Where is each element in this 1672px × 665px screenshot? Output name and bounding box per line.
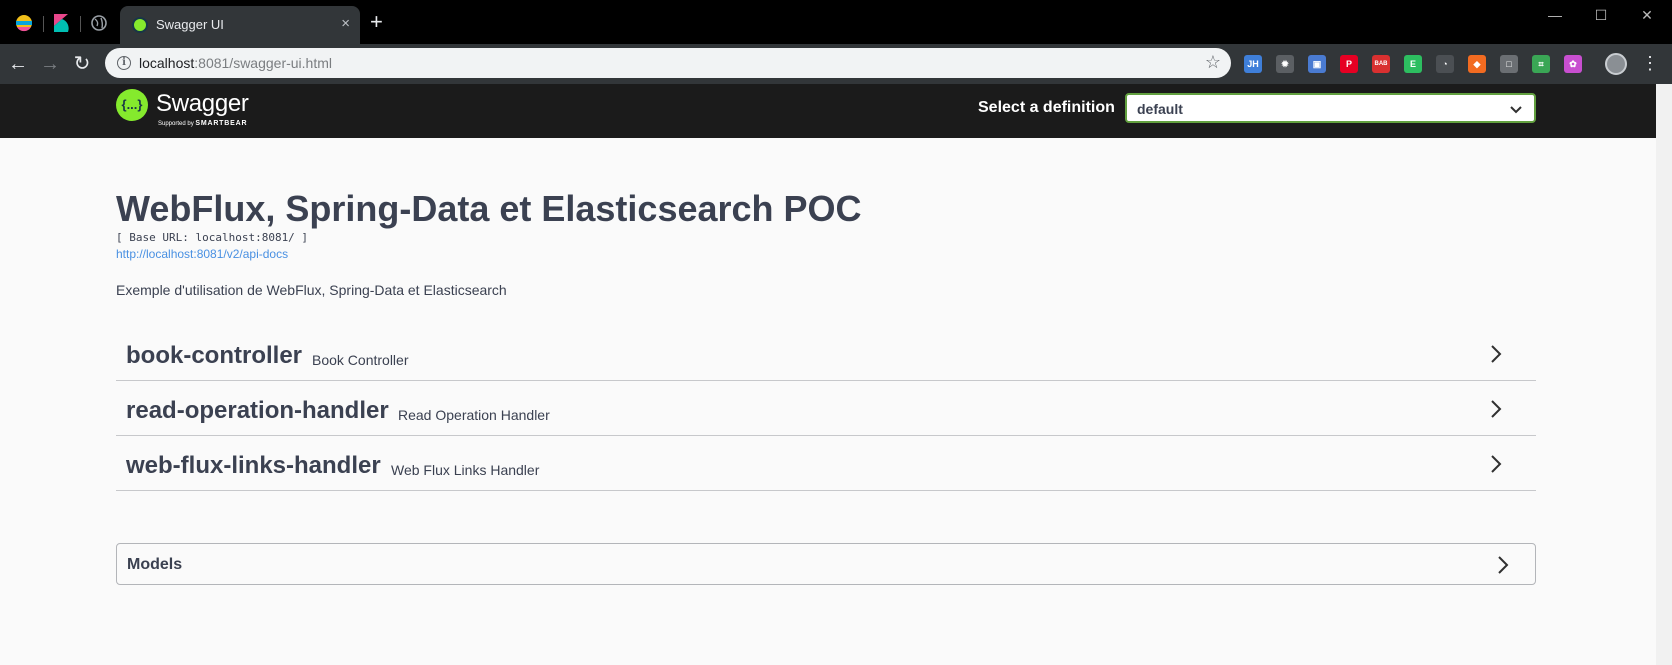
- reload-icon[interactable]: ↻: [69, 51, 95, 77]
- settings-extension-icon[interactable]: ✹: [1276, 55, 1294, 73]
- models-section[interactable]: Models: [116, 543, 1536, 585]
- tag-description: Web Flux Links Handler: [391, 462, 540, 478]
- pinterest-extension-icon[interactable]: P: [1340, 55, 1358, 73]
- tab-swagger-ui[interactable]: Swagger UI ×: [120, 6, 360, 44]
- chevron-right-icon: [1491, 400, 1502, 418]
- tab-title: Swagger UI: [156, 17, 224, 32]
- globe-icon: [91, 15, 107, 31]
- page-scrollbar[interactable]: [1656, 84, 1672, 665]
- models-label: Models: [127, 556, 183, 573]
- definition-select[interactable]: default: [1125, 93, 1536, 123]
- api-docs-link[interactable]: http://localhost:8081/v2/api-docs: [116, 247, 288, 261]
- jhipster-extension-icon[interactable]: JH: [1244, 55, 1262, 73]
- definition-select-value: default: [1137, 101, 1183, 117]
- adblock-extension-icon[interactable]: BAB: [1372, 55, 1390, 73]
- tagline-prefix: Supported by: [158, 121, 194, 127]
- bookmark-star-icon[interactable]: ☆: [1205, 52, 1221, 73]
- close-window-icon[interactable]: ✕: [1624, 2, 1670, 28]
- chevron-down-icon: [1510, 106, 1522, 114]
- new-tab-button[interactable]: +: [370, 10, 383, 34]
- tag-name: book-controller: [126, 342, 303, 369]
- pinned-tab-web[interactable]: [88, 12, 110, 34]
- chevron-right-icon: [1498, 556, 1509, 574]
- tab-separator: [80, 16, 81, 32]
- url-text[interactable]: localhost:8081/swagger-ui.html: [139, 55, 332, 71]
- maximize-window-icon[interactable]: ☐: [1578, 2, 1624, 28]
- api-title: WebFlux, Spring-Data et Elasticsearch PO…: [116, 188, 862, 229]
- browser-menu-icon[interactable]: ⋮: [1641, 52, 1659, 74]
- base-url: [ Base URL: localhost:8081/ ]: [116, 231, 309, 244]
- swagger-logo-text[interactable]: Swagger: [156, 90, 249, 118]
- browser-tab-strip: Swagger UI × + — ☐ ✕: [0, 0, 1672, 44]
- tag-section-book-controller[interactable]: book-controller Book Controller: [116, 326, 1536, 381]
- smartbear-tagline: Supported by SMARTBEAR: [158, 120, 247, 127]
- swagger-favicon-icon: [132, 17, 148, 33]
- tagline-brand: SMARTBEAR: [195, 120, 248, 127]
- evernote-extension-icon[interactable]: E: [1404, 55, 1422, 73]
- minimize-window-icon[interactable]: —: [1532, 2, 1578, 28]
- chevron-right-icon: [1491, 345, 1502, 363]
- screenshot-extension-icon[interactable]: ▣: [1308, 55, 1326, 73]
- color-picker-extension-icon[interactable]: ✿: [1564, 55, 1582, 73]
- pinned-tab-elastic[interactable]: [13, 12, 35, 34]
- pinned-tab-kibana[interactable]: [50, 12, 72, 34]
- tag-description: Read Operation Handler: [398, 407, 550, 423]
- tab-separator: [43, 16, 44, 32]
- box-extension-icon[interactable]: □: [1500, 55, 1518, 73]
- url-host: localhost: [139, 55, 195, 71]
- tag-name: web-flux-links-handler: [126, 452, 381, 479]
- forward-arrow-icon[interactable]: →: [37, 51, 63, 77]
- definition-label: Select a definition: [978, 99, 1115, 116]
- close-tab-icon[interactable]: ×: [341, 14, 350, 34]
- tag-section-read-operation-handler[interactable]: read-operation-handler Read Operation Ha…: [116, 381, 1536, 436]
- profile-avatar[interactable]: [1605, 53, 1627, 75]
- tag-section-web-flux-links-handler[interactable]: web-flux-links-handler Web Flux Links Ha…: [116, 436, 1536, 491]
- octotree-extension-icon[interactable]: ◆: [1468, 55, 1486, 73]
- address-bar[interactable]: i localhost:8081/swagger-ui.html ☆: [105, 48, 1231, 78]
- browser-toolbar: ← → ↻ i localhost:8081/swagger-ui.html ☆…: [0, 44, 1672, 84]
- swagger-topbar: {...} Swagger Supported by SMARTBEAR Sel…: [0, 84, 1656, 138]
- back-arrow-icon[interactable]: ←: [5, 51, 31, 77]
- elastic-icon: [16, 15, 32, 32]
- api-description: Exemple d'utilisation de WebFlux, Spring…: [116, 282, 507, 298]
- ghostery-extension-icon[interactable]: ◔: [1436, 55, 1454, 73]
- chevron-right-icon: [1491, 455, 1502, 473]
- tag-name: read-operation-handler: [126, 397, 389, 424]
- tag-description: Book Controller: [312, 352, 409, 368]
- selection-extension-icon[interactable]: ⌗: [1532, 55, 1550, 73]
- site-info-icon[interactable]: i: [117, 56, 131, 70]
- swagger-logo-icon[interactable]: {...}: [116, 89, 148, 121]
- url-path: :8081/swagger-ui.html: [194, 55, 333, 71]
- kibana-icon: [54, 14, 69, 32]
